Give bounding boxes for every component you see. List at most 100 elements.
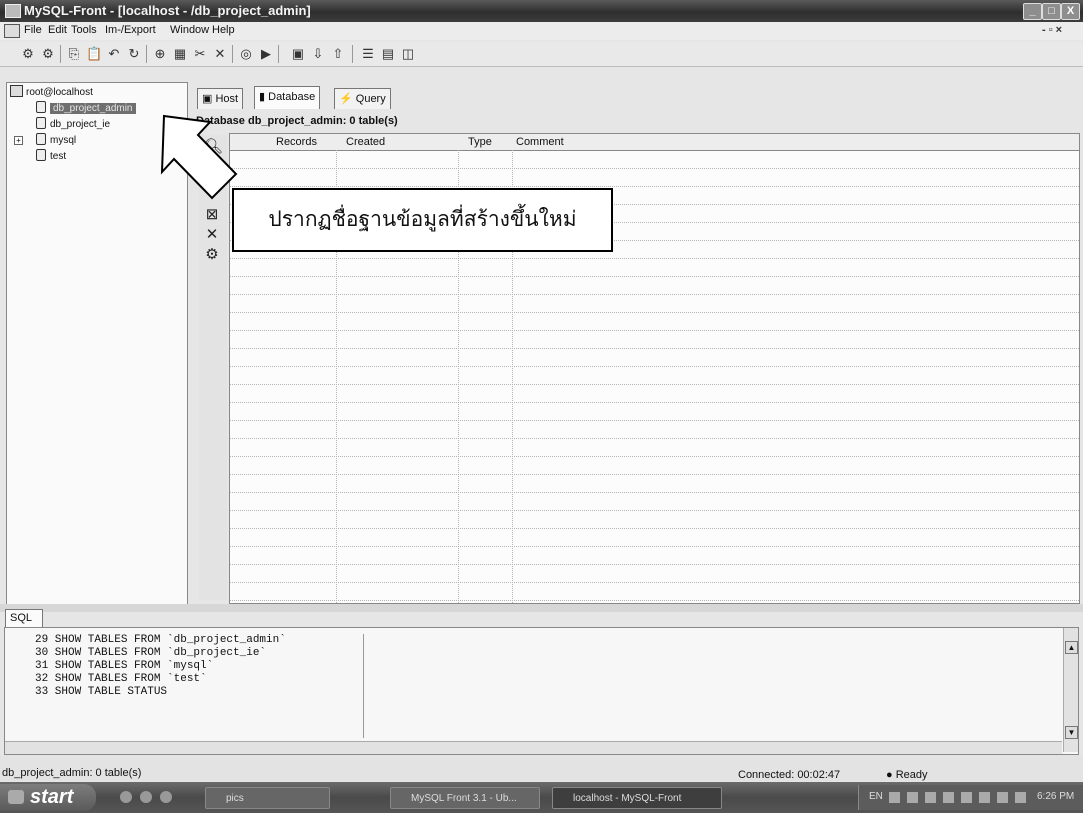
tray-icon[interactable] xyxy=(889,792,900,803)
delete-icon[interactable]: ✕ xyxy=(204,227,220,243)
language-indicator[interactable]: EN xyxy=(869,791,883,802)
database-icon xyxy=(36,117,46,129)
sql-log-line: 31 SHOW TABLES FROM `mysql` xyxy=(35,660,214,672)
status-table-count: db_project_admin: 0 table(s) xyxy=(2,767,142,779)
start-button[interactable]: start xyxy=(0,784,96,811)
sql-log-line: 29 SHOW TABLES FROM `db_project_admin` xyxy=(35,634,286,646)
window-title: MySQL-Front - [localhost - /db_project_a… xyxy=(24,3,311,18)
sql-log-line: 30 SHOW TABLES FROM `db_project_ie` xyxy=(35,647,267,659)
vertical-scrollbar[interactable]: ▲ ▼ xyxy=(1063,628,1078,752)
grid-row-line xyxy=(230,564,1079,565)
paste-icon[interactable]: 📋 xyxy=(86,46,102,61)
grid-row-line xyxy=(230,276,1079,277)
menu-file[interactable]: File xyxy=(24,24,42,36)
grid-row-line xyxy=(230,510,1079,511)
toolbar-separator xyxy=(278,45,279,63)
mdi-controls[interactable]: - ▫ × xyxy=(1042,24,1062,36)
column-records[interactable]: Records xyxy=(276,136,317,148)
database-icon xyxy=(36,133,46,145)
quicklaunch-icon[interactable] xyxy=(160,791,172,803)
menu-tools[interactable]: Tools xyxy=(71,24,97,36)
grid-row-line xyxy=(230,366,1079,367)
grid-row-line xyxy=(230,492,1079,493)
tree-item-mysql[interactable]: mysql xyxy=(36,133,76,146)
toolbar: ⚙ ⚙ ⎘ 📋 ↶ ↻ ⊕ ▦ ✂ ✕ ◎ ▶ ▣ ⇩ ⇧ ☰ ▤ ◫ xyxy=(0,42,1083,67)
minimize-button[interactable]: _ xyxy=(1023,3,1042,20)
title-bar: MySQL-Front - [localhost - /db_project_a… xyxy=(0,0,1083,22)
menu-help[interactable]: Help xyxy=(212,24,235,36)
system-tray: EN 6:26 PM xyxy=(858,785,1083,810)
tab-sql[interactable]: SQL xyxy=(5,609,43,627)
annotation-callout: ปรากฏชื่อฐานข้อมูลที่สร้างขึ้นใหม่ xyxy=(232,188,613,252)
tab-host[interactable]: ▣ Host xyxy=(197,88,244,109)
volume-icon[interactable] xyxy=(997,792,1008,803)
refresh-icon[interactable]: ↻ xyxy=(126,46,142,61)
run-icon[interactable]: ▶ xyxy=(258,46,274,61)
export-icon[interactable]: ⇧ xyxy=(330,46,346,61)
cut-icon[interactable]: ✂ xyxy=(192,46,208,61)
tree-item-db-project-ie[interactable]: db_project_ie xyxy=(36,117,110,130)
menu-im-export[interactable]: Im-/Export xyxy=(105,24,156,36)
column-type[interactable]: Type xyxy=(468,136,492,148)
menu-edit[interactable]: Edit xyxy=(48,24,67,36)
taskbar-item-mysql-front-setup[interactable]: MySQL Front 3.1 - Ub... xyxy=(390,787,540,809)
document-icon[interactable] xyxy=(4,24,20,38)
grid-row-line xyxy=(230,546,1079,547)
column-created[interactable]: Created xyxy=(346,136,385,148)
tray-icon[interactable] xyxy=(925,792,936,803)
toolbar-separator xyxy=(352,45,353,63)
close-button[interactable]: X xyxy=(1061,3,1080,20)
panel-splitter[interactable] xyxy=(0,604,1083,612)
tray-icon[interactable] xyxy=(943,792,954,803)
grid-header: Records Created Type Comment xyxy=(230,134,1079,151)
grid-row-line xyxy=(230,294,1079,295)
expand-icon[interactable]: + xyxy=(14,136,23,145)
tree-view-icon[interactable]: ☰ xyxy=(360,46,376,61)
database-icon xyxy=(36,149,46,161)
undo-icon[interactable]: ↶ xyxy=(106,46,122,61)
grid-row-line xyxy=(230,474,1079,475)
clock: 6:26 PM xyxy=(1037,791,1075,802)
maximize-button[interactable]: □ xyxy=(1042,3,1061,20)
disconnect-icon[interactable]: ⚙ xyxy=(40,46,56,61)
tree-item-db-project-admin[interactable]: db_project_admin xyxy=(36,101,136,114)
new-table-icon[interactable]: ▦ xyxy=(172,46,188,61)
scroll-up-icon[interactable]: ▲ xyxy=(1065,641,1078,654)
delete-icon[interactable]: ✕ xyxy=(212,46,228,61)
network-icon[interactable] xyxy=(1015,792,1026,803)
settings-icon[interactable]: ⚙ xyxy=(204,247,220,263)
taskbar-item-mysql-front[interactable]: localhost - MySQL-Front xyxy=(552,787,722,809)
copy-icon[interactable]: ⎘ xyxy=(66,46,82,61)
tab-database[interactable]: ▮ Database xyxy=(254,86,321,109)
quicklaunch-icon[interactable] xyxy=(120,791,132,803)
tab-query[interactable]: ⚡ Query xyxy=(334,88,391,109)
column-comment[interactable]: Comment xyxy=(516,136,564,148)
grid-row-line xyxy=(230,186,1079,187)
empty-table-icon[interactable]: ⊠ xyxy=(204,207,220,223)
database-icon[interactable]: ▣ xyxy=(290,46,306,61)
quicklaunch-icon[interactable] xyxy=(140,791,152,803)
grid-row-line xyxy=(230,402,1079,403)
status-connected: Connected: 00:02:47 xyxy=(738,769,841,781)
menu-window[interactable]: Window xyxy=(170,24,209,36)
panel-view-icon[interactable]: ◫ xyxy=(400,46,416,61)
tray-icon[interactable] xyxy=(961,792,972,803)
import-icon[interactable]: ⇩ xyxy=(310,46,326,61)
connect-icon[interactable]: ⚙ xyxy=(20,46,36,61)
stop-icon[interactable]: ◎ xyxy=(238,46,254,61)
list-view-icon[interactable]: ▤ xyxy=(380,46,396,61)
grid-row-line xyxy=(230,348,1079,349)
tree-item-test[interactable]: test xyxy=(36,149,66,162)
scroll-down-icon[interactable]: ▼ xyxy=(1065,726,1078,739)
status-ready: ● Ready xyxy=(886,769,928,781)
horizontal-scrollbar[interactable] xyxy=(5,741,1062,754)
tree-root-host[interactable]: root@localhost xyxy=(10,85,93,98)
grid-row-line xyxy=(230,258,1079,259)
tray-icon[interactable] xyxy=(907,792,918,803)
taskbar-item-pics[interactable]: pics xyxy=(205,787,330,809)
sql-log-panel[interactable]: 29 SHOW TABLES FROM `db_project_admin` 3… xyxy=(4,627,1079,755)
tray-icon[interactable] xyxy=(979,792,990,803)
query-icon: ⚡ xyxy=(339,93,353,105)
grid-row-line xyxy=(230,312,1079,313)
new-icon[interactable]: ⊕ xyxy=(152,46,168,61)
